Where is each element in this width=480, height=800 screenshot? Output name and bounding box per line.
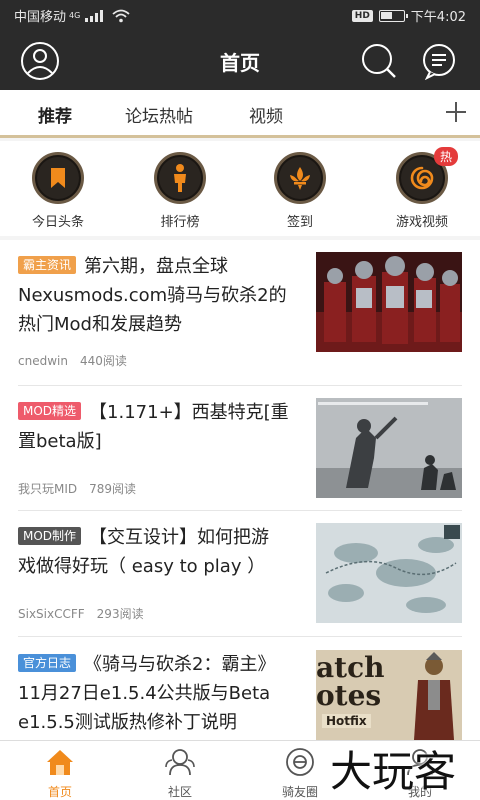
article-read-count: 440阅读 (79, 354, 127, 368)
tab-underline (0, 135, 480, 138)
article-title-line: 置beta版] (18, 431, 102, 452)
article-title: MOD制作 【交互设计】如何把游 戏做得好玩（ easy to play ） (18, 523, 302, 581)
nav-label: 社区 (167, 785, 192, 799)
article-thumbnail (316, 252, 462, 352)
article-thumbnail (316, 523, 462, 623)
tab-bar: 推荐 论坛热帖 视频 (0, 90, 480, 138)
status-bar: 中国移动 4G HD 下午4:02 (0, 0, 480, 30)
article-feed: 霸主资讯 第六期，盘点全球 Nexusmods.com骑马与砍杀2的 热门Mod和… (0, 240, 480, 740)
map-image (316, 523, 462, 623)
article-tag: MOD精选 (18, 402, 82, 420)
quick-link-ranking[interactable]: 排行榜 (130, 152, 230, 230)
article-title-line: 第六期，盘点全球 (84, 256, 229, 277)
network-label: 4G (69, 11, 81, 20)
article-card[interactable]: MOD精选 【1.171+】西基特克[重 置beta版] 我只玩MID 789阅读 (18, 398, 462, 498)
nav-community[interactable]: 社区 (135, 747, 225, 800)
add-tab-button[interactable] (444, 100, 468, 124)
article-title-line: 11月27日e1.5.4公共版与Beta (18, 683, 271, 704)
tab-forum-hot[interactable]: 论坛热帖 (125, 102, 193, 127)
battery-icon (378, 9, 408, 22)
article-title-line: 【1.171+】西基特克[重 (89, 402, 289, 423)
clock: 下午4:02 (410, 10, 466, 25)
messages-button[interactable] (420, 42, 458, 81)
carrier-label: 中国移动 (14, 10, 67, 25)
article-meta: cnedwin 440阅读 (18, 352, 127, 369)
article-card[interactable]: 霸主资讯 第六期，盘点全球 Nexusmods.com骑马与砍杀2的 热门Mod和… (18, 252, 462, 372)
status-right: HD 下午4:02 (351, 6, 466, 25)
feed-divider (18, 510, 462, 511)
article-title-line: Nexusmods.com骑马与砍杀2的 (18, 285, 287, 306)
article-title-line: 戏做得好玩（ easy to play ） (18, 556, 266, 577)
article-author: cnedwin (18, 354, 68, 368)
article-card[interactable]: 官方日志 《骑马与砍杀2：霸主》 11月27日e1.5.4公共版与Beta e1.… (18, 650, 462, 740)
thumb-text-line: otes (316, 679, 382, 712)
article-author: 我只玩MID (18, 482, 78, 496)
article-title-line: 热门Mod和发展趋势 (18, 314, 182, 335)
quick-link-label: 排行榜 (160, 215, 200, 230)
search-button[interactable] (360, 42, 398, 80)
signal-icon (85, 9, 104, 22)
article-author: SixSixCCFF (18, 607, 85, 621)
article-title-line: 【交互设计】如何把游 (89, 527, 270, 548)
quick-link-headlines[interactable]: 今日头条 (8, 152, 108, 230)
quick-link-label: 游戏视频 (395, 215, 448, 230)
quick-links: 今日头条 排行榜 签到 游戏视频 (0, 141, 480, 236)
soldier-figure (414, 652, 454, 740)
article-tag: MOD制作 (18, 527, 82, 545)
bookmark-icon (32, 152, 84, 204)
circle-friends-icon (286, 748, 314, 776)
article-title: 官方日志 《骑马与砍杀2：霸主》 11月27日e1.5.4公共版与Beta e1.… (18, 650, 302, 737)
chat-bubble-icon (423, 44, 455, 81)
hot-badge: 热 (434, 147, 459, 166)
watermark-logo: 大玩客 (330, 746, 480, 798)
article-read-count: 789阅读 (89, 482, 137, 496)
person-icon (154, 152, 206, 204)
hotfix-label: Hotfix (322, 714, 371, 728)
community-icon (165, 749, 195, 776)
status-left: 中国移动 4G (14, 6, 130, 25)
plus-icon (446, 102, 466, 122)
quick-link-checkin[interactable]: 签到 (250, 152, 350, 230)
article-title-line: e1.5.5测试版热修补丁说明 (18, 712, 237, 733)
article-title-line: 《骑马与砍杀2：霸主》 (84, 654, 276, 675)
patch-notes-image: atch otes Hotfix (316, 650, 462, 740)
article-title: 霸主资讯 第六期，盘点全球 Nexusmods.com骑马与砍杀2的 热门Mod和… (18, 252, 302, 339)
battery-fill (380, 11, 392, 19)
app-header: 首页 (0, 30, 480, 90)
article-meta: 我只玩MID 789阅读 (18, 480, 136, 497)
article-read-count: 293阅读 (96, 607, 144, 621)
article-thumbnail (316, 398, 462, 498)
watermark-text: 大玩客 (330, 747, 457, 796)
article-tag: 霸主资讯 (18, 256, 77, 274)
article-meta: SixSixCCFF 293阅读 (18, 605, 144, 622)
home-icon (47, 750, 73, 775)
feed-divider (18, 385, 462, 386)
feed-divider (18, 636, 462, 637)
nav-label: 首页 (47, 785, 72, 799)
search-icon (362, 44, 396, 78)
wifi-icon (112, 9, 130, 22)
tab-video[interactable]: 视频 (249, 102, 283, 127)
patch-notes-text: atch otes (316, 654, 384, 710)
page-title: 首页 (220, 51, 260, 75)
warrior-statue-image (316, 398, 462, 498)
article-thumbnail: atch otes Hotfix (316, 650, 462, 740)
quick-link-game-video[interactable]: 游戏视频 (372, 152, 472, 230)
knights-image (316, 252, 462, 352)
hd-badge: HD (351, 9, 373, 22)
fleur-de-lis-icon (274, 152, 326, 204)
article-title: MOD精选 【1.171+】西基特克[重 置beta版] (18, 398, 302, 456)
nav-home[interactable]: 首页 (15, 747, 105, 800)
tab-recommend[interactable]: 推荐 (38, 102, 72, 127)
quick-link-label: 今日头条 (31, 215, 84, 230)
article-tag: 官方日志 (18, 654, 77, 672)
quick-link-label: 签到 (286, 215, 313, 230)
article-card[interactable]: MOD制作 【交互设计】如何把游 戏做得好玩（ easy to play ） Si… (18, 523, 462, 623)
